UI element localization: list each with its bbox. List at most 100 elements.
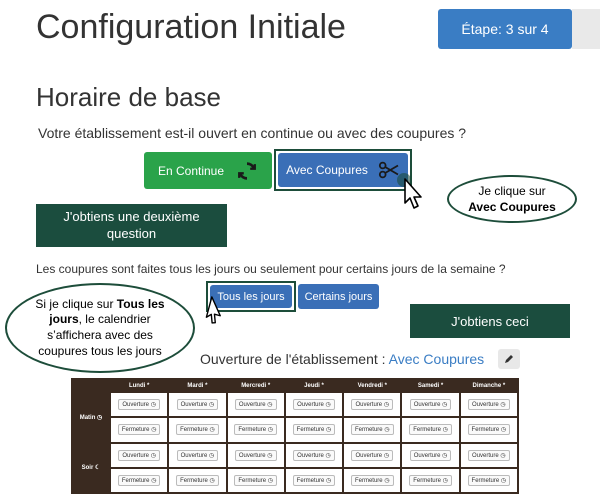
pencil-icon (505, 355, 513, 363)
fermeture-time-button[interactable]: Fermeture ◷ (467, 424, 511, 436)
ouverture-time-button[interactable]: Ouverture ◷ (234, 399, 277, 411)
calendar-title-prefix: Ouverture de l'établissement : (200, 351, 389, 367)
calendar-cell: Fermeture ◷ (285, 468, 343, 492)
coupures-button[interactable]: Avec Coupures (278, 153, 408, 187)
clock-icon: ◷ (150, 402, 156, 409)
calendar-row-matin-close: Fermeture ◷ Fermeture ◷ Fermeture ◷ Ferm… (73, 418, 517, 442)
clock-icon: ◷ (384, 427, 390, 434)
clock-icon: ◷ (209, 477, 215, 484)
ouverture-time-button[interactable]: Ouverture ◷ (293, 399, 335, 411)
step-badge: Étape: 3 sur 4 (438, 9, 572, 49)
refresh-icon (238, 161, 256, 180)
clock-icon: ◷ (500, 477, 507, 484)
callout1-line2: Avec Coupures (468, 200, 556, 214)
calendar-corner (73, 380, 109, 391)
ouverture-time-button[interactable]: Ouverture ◷ (351, 449, 394, 461)
fermeture-time-button[interactable]: Fermeture ◷ (176, 474, 219, 486)
calendar-cell: Fermeture ◷ (227, 418, 284, 442)
calendar-cell: Fermeture ◷ (460, 468, 517, 492)
moon-icon: ☾ (94, 465, 101, 472)
fermeture-time-button[interactable]: Fermeture ◷ (350, 424, 394, 436)
calendar-cell: Ouverture ◷ (344, 443, 401, 467)
calendar-cell: Fermeture ◷ (344, 468, 401, 492)
clock-icon: ◷ (208, 402, 215, 409)
calendar-cell: Ouverture ◷ (169, 393, 226, 417)
fermeture-time-button[interactable]: Fermeture ◷ (467, 474, 511, 486)
ouverture-time-button[interactable]: Ouverture ◷ (118, 399, 160, 411)
ouverture-time-button[interactable]: Ouverture ◷ (234, 449, 277, 461)
weekly-calendar: Lundi * Mardi * Mercredi * Jeudi * Vendr… (71, 378, 519, 494)
clock-icon: ◷ (500, 427, 507, 434)
ouverture-time-button[interactable]: Ouverture ◷ (468, 449, 510, 461)
ouverture-time-button[interactable]: Ouverture ◷ (351, 399, 394, 411)
fermeture-time-button[interactable]: Fermeture ◷ (234, 474, 277, 486)
fermeture-time-button[interactable]: Fermeture ◷ (292, 474, 336, 486)
page-title: Configuration Initiale (36, 8, 346, 46)
section-title: Horaire de base (36, 82, 221, 112)
clock-icon: ◷ (267, 402, 273, 409)
calendar-cell: Ouverture ◷ (227, 443, 284, 467)
ouverture-time-button[interactable]: Ouverture ◷ (118, 449, 160, 461)
calendar-cell: Ouverture ◷ (402, 443, 459, 467)
calendar-row-soir-close: Fermeture ◷ Fermeture ◷ Fermeture ◷ Ferm… (73, 468, 517, 492)
calendar-title-value: Avec Coupures (388, 351, 485, 367)
calendar-cell: Ouverture ◷ (111, 443, 168, 467)
question-break-days: Les coupures sont faites tous les jours … (36, 262, 506, 276)
calendar-cell: Fermeture ◷ (169, 418, 226, 442)
fermeture-time-button[interactable]: Fermeture ◷ (176, 424, 219, 436)
continue-button[interactable]: En Continue (144, 152, 272, 189)
clock-icon: ◷ (442, 477, 448, 484)
ouverture-time-button[interactable]: Ouverture ◷ (176, 449, 219, 461)
clock-icon: ◷ (151, 477, 157, 484)
note-result: J'obtiens ceci (410, 304, 570, 338)
calendar-cell: Ouverture ◷ (285, 443, 343, 467)
ouverture-time-button[interactable]: Ouverture ◷ (468, 399, 510, 411)
calendar-header-row: Lundi * Mardi * Mercredi * Jeudi * Vendr… (73, 380, 517, 391)
calendar-cell: Ouverture ◷ (169, 443, 226, 467)
coupures-button-label: Avec Coupures (286, 163, 368, 177)
calendar-cell: Fermeture ◷ (111, 418, 168, 442)
fermeture-time-button[interactable]: Fermeture ◷ (117, 474, 161, 486)
calendar-cell: Ouverture ◷ (344, 393, 401, 417)
step-badge-edge (572, 9, 600, 49)
day-header: Lundi * (128, 382, 150, 389)
fermeture-time-button[interactable]: Fermeture ◷ (292, 424, 336, 436)
fermeture-time-button[interactable]: Fermeture ◷ (234, 424, 277, 436)
calendar-cell: Ouverture ◷ (402, 393, 459, 417)
fermeture-time-button[interactable]: Fermeture ◷ (117, 424, 161, 436)
day-header: Mardi * (187, 382, 208, 389)
clock-icon: ◷ (442, 452, 448, 459)
calendar-cell: Ouverture ◷ (285, 393, 343, 417)
edit-button[interactable] (498, 349, 520, 369)
clock-icon: ◷ (384, 477, 390, 484)
fermeture-time-button[interactable]: Fermeture ◷ (409, 424, 452, 436)
calendar-cell: Fermeture ◷ (402, 468, 459, 492)
clock-icon: ◷ (151, 427, 157, 434)
row-label-soir: Soir ☾ (81, 465, 101, 472)
day-header: Jeudi * (304, 382, 324, 389)
callout2-prefix: Si je clique sur (35, 296, 117, 311)
fermeture-time-button[interactable]: Fermeture ◷ (409, 474, 452, 486)
clock-icon: ◷ (97, 414, 103, 421)
calendar-cell: Fermeture ◷ (227, 468, 284, 492)
clock-icon: ◷ (500, 402, 506, 409)
ouverture-time-button[interactable]: Ouverture ◷ (409, 399, 452, 411)
clock-icon: ◷ (383, 402, 390, 409)
clock-icon: ◷ (326, 427, 332, 434)
calendar-cell: Ouverture ◷ (460, 393, 517, 417)
calendar-cell: Fermeture ◷ (169, 468, 226, 492)
ouverture-time-button[interactable]: Ouverture ◷ (176, 399, 219, 411)
ouverture-time-button[interactable]: Ouverture ◷ (293, 449, 335, 461)
clock-icon: ◷ (267, 477, 273, 484)
day-header: Vendredi * (357, 382, 387, 389)
day-header: Mercredi * (241, 382, 271, 389)
fermeture-time-button[interactable]: Fermeture ◷ (350, 474, 394, 486)
calendar-title: Ouverture de l'établissement : Avec Coup… (200, 351, 484, 367)
calendar-row-soir-open: Soir ☾ Ouverture ◷ Ouverture ◷ Ouverture… (73, 443, 517, 471)
certains-jours-button[interactable]: Certains jours (298, 284, 379, 309)
calendar-cell: Fermeture ◷ (285, 418, 343, 442)
ouverture-time-button[interactable]: Ouverture ◷ (409, 449, 452, 461)
cursor-pointer-icon (397, 173, 422, 209)
calendar-cell: Fermeture ◷ (344, 418, 401, 442)
calendar-cell: Ouverture ◷ (111, 393, 168, 417)
